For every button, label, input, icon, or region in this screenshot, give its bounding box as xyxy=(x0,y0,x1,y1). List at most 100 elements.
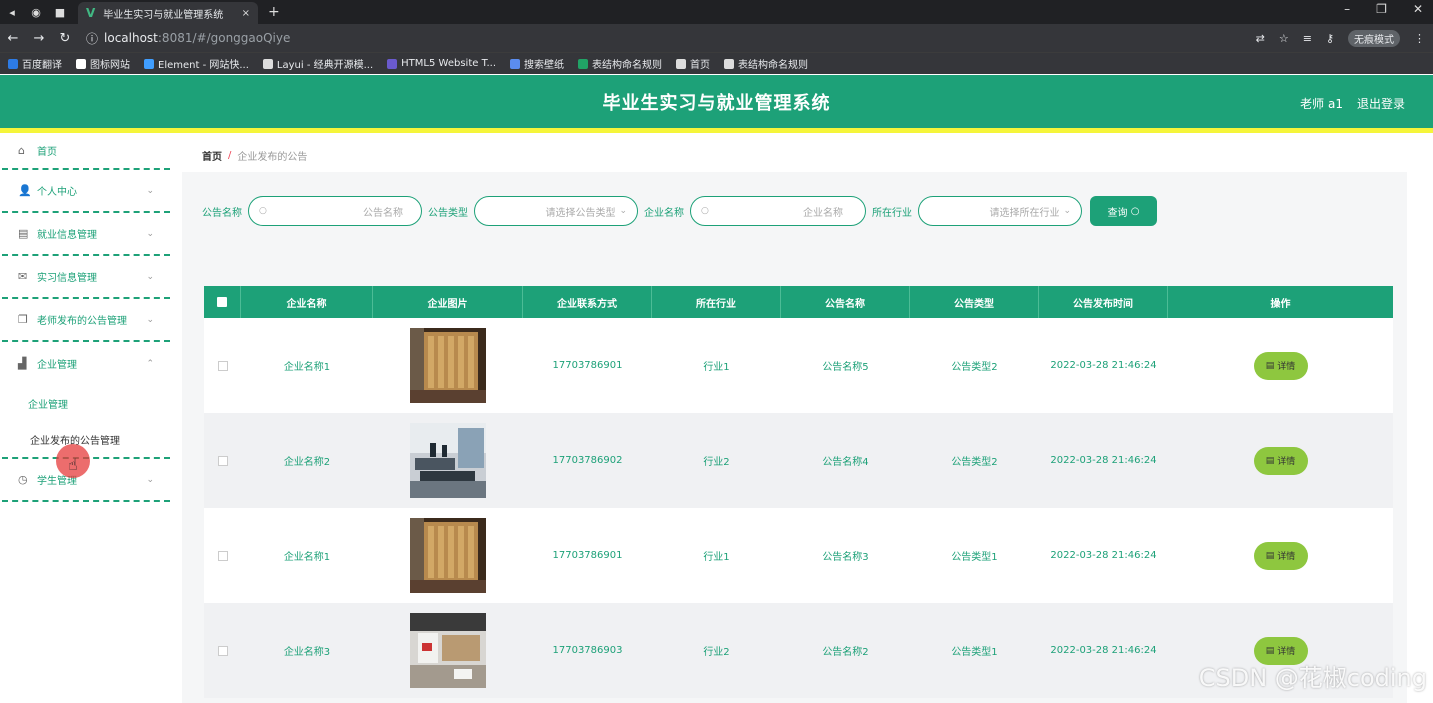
breadcrumb-current: 企业发布的公告 xyxy=(237,151,308,163)
bookmark-item[interactable]: 表结构命名规则 xyxy=(578,56,662,71)
url-field[interactable]: ⓘ localhost:8081/#/gonggaoQiye xyxy=(86,30,290,47)
bookmark-item[interactable]: 首页 xyxy=(676,56,710,71)
new-tab-button[interactable]: + xyxy=(268,4,280,20)
search-icon: ○ xyxy=(259,206,267,216)
sidebar-item-employment[interactable]: ▤ 就业信息管理 ⌄ xyxy=(2,213,170,256)
detail-button-label: 详情 xyxy=(1277,362,1296,372)
detail-icon: ▤ xyxy=(1265,550,1275,561)
breadcrumb-home[interactable]: 首页 xyxy=(202,148,222,163)
minimize-icon[interactable]: – xyxy=(1344,2,1350,16)
chevron-down-icon: ⌄ xyxy=(146,474,154,485)
sidebar-item-profile[interactable]: 👤 个人中心 ⌄ xyxy=(2,170,170,213)
reload-icon[interactable]: ↻ xyxy=(52,31,78,46)
restore-icon[interactable]: ❐ xyxy=(1376,2,1387,16)
notice-type-label: 公告类型 xyxy=(428,207,468,219)
detail-button-label: 详情 xyxy=(1277,552,1296,562)
company-name-cell: 企业名称3 xyxy=(283,647,331,658)
notice-name-cell: 公告名称2 xyxy=(822,647,869,658)
bookmark-item[interactable]: 图标网站 xyxy=(76,56,130,71)
sidebar-item-teacher-notices[interactable]: ❐ 老师发布的公告管理 ⌄ xyxy=(2,299,170,342)
menu-icon[interactable]: ⋮ xyxy=(1414,32,1425,45)
table-row[interactable]: 企业名称1 17703786901 行业1 公告名称3 公告类型1 2022-03-28 … xyxy=(204,508,1393,603)
bookmark-label: 搜索壁纸 xyxy=(524,60,565,71)
sidebar-item-company[interactable]: ▟ 企业管理 ⌃ xyxy=(2,342,170,385)
table-header: 企业名称 企业图片 企业联系方式 所在行业 公告名称 公告类型 公告发布时间 操… xyxy=(204,286,1393,318)
url-path: :8081/#/gonggaoQiye xyxy=(157,31,291,45)
notice-name-label: 公告名称 xyxy=(202,207,242,219)
tab-close-button[interactable]: × xyxy=(242,8,250,19)
row-checkbox[interactable] xyxy=(204,413,241,508)
bookmark-icon xyxy=(262,58,273,69)
app-header: 毕业生实习与就业管理系统 老师 a1 退出登录 xyxy=(0,75,1433,128)
detail-button[interactable]: ▤ 详情 xyxy=(1253,446,1308,475)
reading-list-icon[interactable]: ≡ xyxy=(1303,32,1312,45)
incognito-label: 无痕模式 xyxy=(1354,35,1394,46)
sidebar-item-label: 企业管理 xyxy=(37,360,77,371)
window-icon[interactable]: ■ xyxy=(48,6,72,19)
back-icon[interactable]: ← xyxy=(0,31,26,46)
sidebar-item-internship[interactable]: ✉ 实习信息管理 ⌄ xyxy=(2,256,170,299)
table-row[interactable]: 企业名称1 17703786901 行业1 公告名称5 公告类型2 2022-03-28 … xyxy=(204,318,1393,413)
close-window-icon[interactable]: ✕ xyxy=(1413,2,1423,16)
phone-cell: 17703786901 xyxy=(552,360,623,371)
row-checkbox[interactable] xyxy=(204,603,241,698)
breadcrumb-separator: / xyxy=(228,149,232,161)
chevron-down-icon: ⌄ xyxy=(146,314,154,325)
notice-type-placeholder: 请选择公告类型 xyxy=(545,207,616,219)
sidebar-item-home[interactable]: ⌂ 首页 xyxy=(2,133,170,170)
logout-link[interactable]: 退出登录 xyxy=(1357,95,1405,112)
notice-name-cell: 公告名称3 xyxy=(822,552,869,563)
browser-tab[interactable]: V 毕业生实习与就业管理系统 × xyxy=(78,2,258,24)
mail-icon: ✉ xyxy=(18,270,28,283)
bookmark-item[interactable]: Layui - 经典开源模... xyxy=(262,56,373,71)
column-header: 公告发布时间 xyxy=(1039,286,1168,318)
notice-name-cell: 公告名称4 xyxy=(822,457,869,468)
industry-cell: 行业2 xyxy=(703,647,730,658)
audio-icon[interactable]: ◂ xyxy=(0,6,24,19)
globe-icon[interactable]: ◉ xyxy=(24,6,48,19)
detail-button[interactable]: ▤ 详情 xyxy=(1253,351,1308,380)
publish-time-cell: 2022-03-28 21:46:24 xyxy=(1050,360,1157,371)
bookmark-label: 百度翻译 xyxy=(22,60,62,71)
notice-type-cell: 公告类型2 xyxy=(951,457,998,468)
copy-icon: ❐ xyxy=(18,313,28,326)
select-all-checkbox[interactable] xyxy=(204,286,241,318)
table-body: 企业名称1 17703786901 行业1 公告名称5 公告类型2 2022-03-28 … xyxy=(204,318,1393,698)
bookmark-label: HTML5 Website T... xyxy=(401,58,497,69)
current-user[interactable]: 老师 a1 xyxy=(1300,95,1343,112)
company-name-cell: 企业名称2 xyxy=(283,457,331,468)
notice-type-select[interactable]: 请选择公告类型 ⌄ xyxy=(474,196,638,226)
detail-button-label: 详情 xyxy=(1277,457,1296,467)
company-name-label: 企业名称 xyxy=(644,207,684,219)
row-checkbox[interactable] xyxy=(204,318,241,413)
sidebar-subitem-company-manage[interactable]: 企业管理 xyxy=(0,385,172,422)
bookmark-item[interactable]: Element - 网站快... xyxy=(144,56,249,71)
bookmark-label: 图标网站 xyxy=(90,60,130,71)
table-row[interactable]: 企业名称2 17703786902 行业2 公告名称4 公告类型2 2022-03-28 … xyxy=(204,413,1393,508)
detail-button[interactable]: ▤ 详情 xyxy=(1253,541,1308,570)
star-icon[interactable]: ☆ xyxy=(1279,32,1289,45)
bookmark-label: 表结构命名规则 xyxy=(738,60,809,71)
row-checkbox[interactable] xyxy=(204,508,241,603)
bookmark-item[interactable]: 百度翻译 xyxy=(8,56,62,71)
bookmark-icon xyxy=(76,58,86,69)
bookmark-item[interactable]: HTML5 Website T... xyxy=(387,58,496,69)
actions-cell: ▤ 详情 xyxy=(1168,508,1393,603)
notice-name-input[interactable]: ○ 公告名称 xyxy=(248,196,422,226)
industry-select[interactable]: 请选择所在行业 ⌄ xyxy=(918,196,1082,226)
company-name-input[interactable]: ○ 企业名称 xyxy=(690,196,866,226)
clipboard-icon: ▤ xyxy=(18,227,29,240)
actions-cell: ▤ 详情 xyxy=(1168,413,1393,508)
translate-icon[interactable]: ⇄ xyxy=(1256,32,1265,45)
bookmark-item[interactable]: 表结构命名规则 xyxy=(724,56,808,71)
incognito-badge[interactable]: 无痕模式 xyxy=(1348,30,1400,47)
key-icon[interactable]: ⚷ xyxy=(1326,32,1334,45)
column-header: 所在行业 xyxy=(652,286,781,318)
bookmark-item[interactable]: 搜索壁纸 xyxy=(510,56,564,71)
notice-type-cell: 公告类型1 xyxy=(951,552,998,563)
search-form: 公告名称 ○ 公告名称 公告类型 请选择公告类型 ⌄ 企业名称 ○ 企业名称 所… xyxy=(202,196,1157,226)
search-icon: ○ xyxy=(1127,205,1140,217)
query-button[interactable]: 查询 ○ xyxy=(1090,196,1157,226)
industry-placeholder: 请选择所在行业 xyxy=(989,207,1060,219)
forward-icon[interactable]: → xyxy=(26,31,52,46)
